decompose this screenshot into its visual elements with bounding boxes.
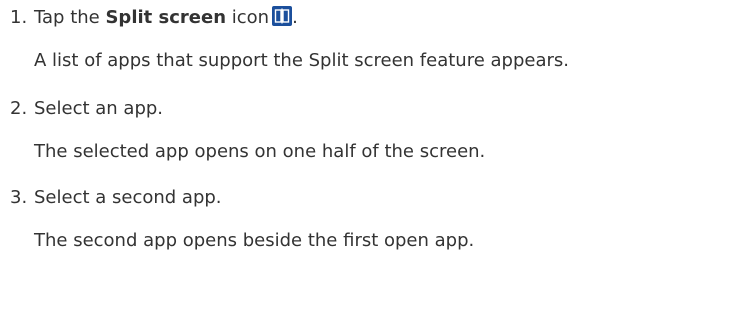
step-instruction: Tap the Split screen icon.: [34, 6, 298, 30]
step-instruction: Select an app.: [34, 98, 164, 119]
step-number: 1.: [10, 7, 28, 28]
step-result: The second app opens beside the first op…: [34, 230, 475, 251]
instruction-text-start: Tap the: [34, 7, 106, 28]
instruction-text-middle: icon: [226, 7, 270, 28]
instruction-text-end: .: [292, 7, 298, 28]
step-result: The selected app opens on one half of th…: [34, 141, 486, 162]
step-number: 2.: [10, 98, 28, 119]
step-result: A list of apps that support the Split sc…: [34, 50, 569, 71]
instruction-bold-term: Split screen: [105, 7, 227, 28]
step-number: 3.: [10, 187, 28, 208]
split-screen-icon: [272, 6, 293, 26]
step-instruction: Select a second app.: [34, 187, 222, 208]
